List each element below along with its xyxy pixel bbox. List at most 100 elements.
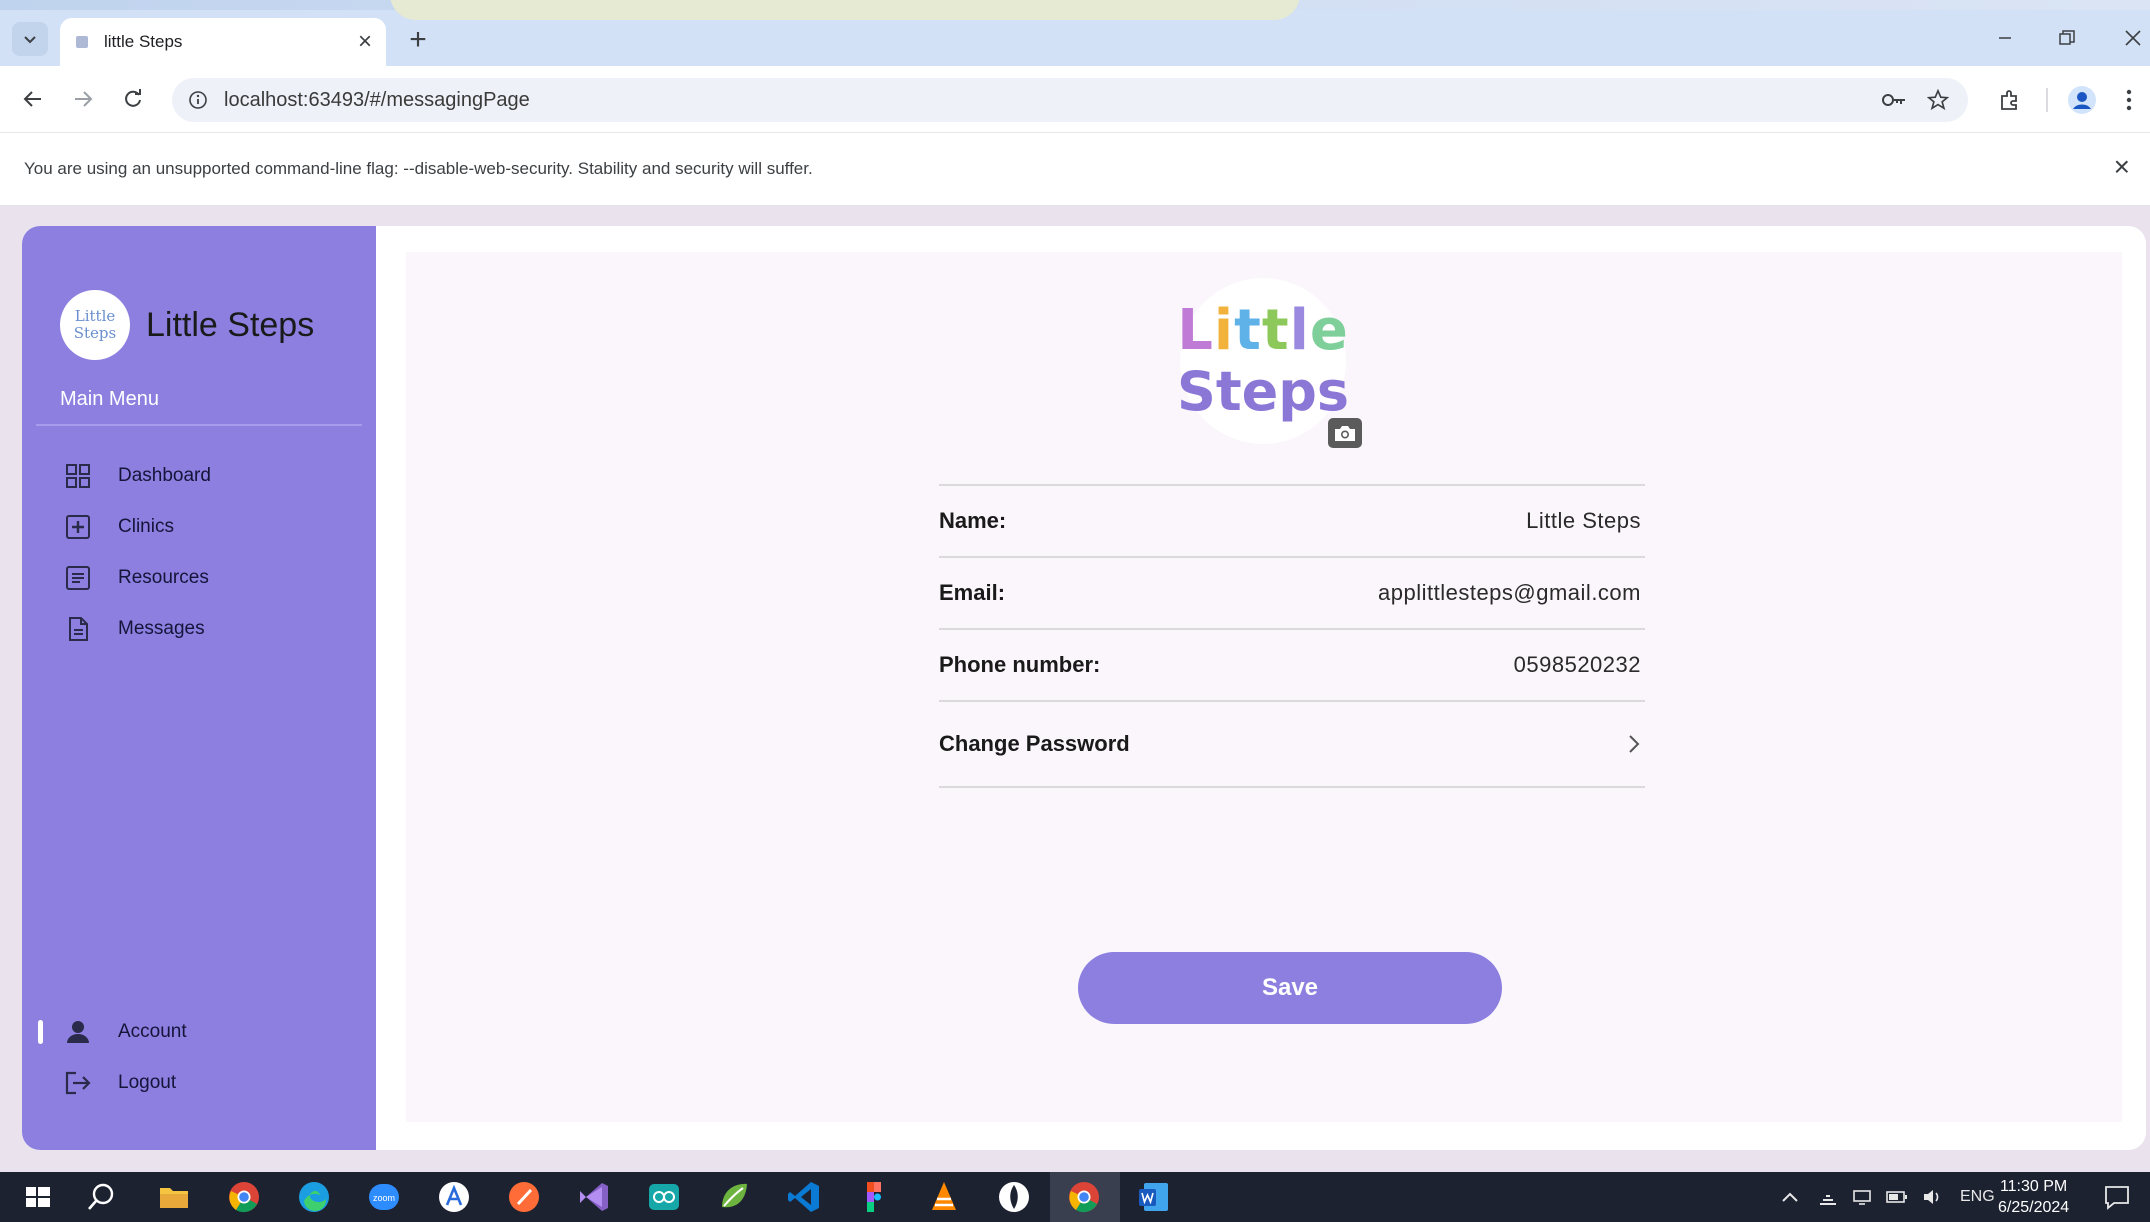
vlc-icon[interactable]: [926, 1179, 962, 1215]
display-icon[interactable]: [1852, 1188, 1872, 1206]
search-icon[interactable]: [84, 1179, 120, 1215]
clock-time: 11:30 PM: [1999, 1178, 2068, 1195]
profile-avatar-icon: [2068, 86, 2096, 114]
sidebar-item-label: Account: [118, 1021, 187, 1042]
battery-icon[interactable]: [1886, 1190, 1908, 1204]
address-bar[interactable]: localhost:63493/#/messagingPage: [172, 78, 1968, 122]
person-icon: [62, 1016, 94, 1048]
brand: Little Steps Little Steps: [60, 290, 314, 360]
email-row: Email: applittlesteps@gmail.com: [939, 556, 1645, 628]
sidebar-item-label: Dashboard: [118, 465, 211, 486]
file-icon: [62, 613, 94, 645]
profile-avatar[interactable]: Little Steps: [1176, 278, 1350, 444]
chevron-down-icon: [24, 36, 36, 44]
forward-button[interactable]: [64, 80, 102, 118]
change-photo-button[interactable]: [1328, 418, 1362, 448]
infobar-close-icon[interactable]: ×: [2114, 153, 2130, 181]
page-favicon-icon: [76, 36, 88, 48]
sidebar-item-label: Messages: [118, 618, 205, 639]
phone-label: Phone number:: [939, 652, 1101, 677]
browser-tab-strip: little Steps × +: [0, 0, 2150, 66]
camera-icon: [1335, 426, 1355, 441]
restore-button[interactable]: [2042, 18, 2092, 58]
zoom-icon[interactable]: zoom: [366, 1179, 402, 1215]
change-password-row[interactable]: Change Password: [939, 700, 1645, 788]
browser-menu-button[interactable]: [2114, 78, 2144, 122]
app-store-icon[interactable]: [436, 1179, 472, 1215]
vscode-icon[interactable]: [786, 1179, 822, 1215]
taskbar-clock[interactable]: 11:30 PM 6/25/2024: [1998, 1176, 2069, 1218]
main-menu-heading: Main Menu: [60, 388, 159, 410]
brand-name: Little Steps: [146, 305, 315, 344]
sidebar-item-account[interactable]: Account: [62, 1012, 187, 1052]
arrow-right-icon: [75, 91, 93, 107]
chevron-up-icon[interactable]: [1780, 1190, 1800, 1204]
sidebar-item-resources[interactable]: Resources: [62, 558, 209, 598]
back-button[interactable]: [14, 80, 52, 118]
mongodb-compass-icon[interactable]: [996, 1179, 1032, 1215]
password-key-button[interactable]: [1874, 78, 1914, 122]
sidebar-divider: [36, 424, 362, 426]
sidebar-item-clinics[interactable]: Clinics: [62, 507, 174, 547]
chrome-icon[interactable]: [226, 1179, 262, 1215]
sidebar-item-dashboard[interactable]: Dashboard: [62, 456, 211, 496]
sidebar: Little Steps Little Steps Main Menu Dash…: [22, 226, 376, 1150]
more-vertical-icon: [2126, 89, 2132, 111]
warning-infobar: You are using an unsupported command-lin…: [0, 132, 2150, 206]
brand-logo-line2: Steps: [73, 324, 117, 342]
save-button[interactable]: Save: [1078, 952, 1502, 1024]
dashboard-grid-icon: [62, 460, 94, 492]
email-value: applittlesteps@gmail.com: [1378, 580, 1641, 605]
os-taskbar: zoom ENG 11:30 PM 6/25/2024: [0, 1172, 2150, 1222]
phone-row: Phone number: 0598520232: [939, 628, 1645, 700]
language-indicator[interactable]: ENG: [1960, 1188, 1995, 1206]
browser-tab[interactable]: little Steps ×: [60, 18, 386, 66]
figma-icon[interactable]: [856, 1179, 892, 1215]
info-icon[interactable]: [188, 90, 208, 110]
main-content: Little Steps Name: Little Steps Email: a…: [376, 226, 2146, 1150]
reload-button[interactable]: [114, 80, 152, 118]
tab-close-icon[interactable]: ×: [358, 30, 372, 54]
word-icon[interactable]: [1136, 1179, 1172, 1215]
minimize-button[interactable]: [1980, 18, 2030, 58]
sidebar-item-logout[interactable]: Logout: [62, 1063, 176, 1103]
visual-studio-icon[interactable]: [576, 1179, 612, 1215]
reload-icon: [125, 89, 141, 107]
spring-tools-icon[interactable]: [716, 1179, 752, 1215]
url-text[interactable]: localhost:63493/#/messagingPage: [224, 89, 530, 112]
change-password-label: Change Password: [939, 731, 1130, 756]
name-row: Name: Little Steps: [939, 484, 1645, 556]
phone-value: 0598520232: [1513, 652, 1641, 677]
sidebar-item-messages[interactable]: Messages: [62, 609, 205, 649]
new-tab-button[interactable]: +: [400, 22, 436, 58]
avatar-word-steps: Steps: [1176, 360, 1350, 423]
volume-icon[interactable]: [1922, 1188, 1944, 1206]
notification-icon[interactable]: [2102, 1182, 2132, 1212]
profile-button[interactable]: [2062, 78, 2102, 122]
puzzle-icon: [2001, 90, 2017, 110]
windows-start-icon[interactable]: [20, 1179, 56, 1215]
star-icon: [1927, 89, 1949, 111]
tab-search-button[interactable]: [12, 22, 48, 56]
key-icon: [1882, 94, 1905, 106]
arduino-icon[interactable]: [646, 1179, 682, 1215]
name-value: Little Steps: [1526, 508, 1641, 533]
postman-icon[interactable]: [506, 1179, 542, 1215]
decorative-overlay: [390, 0, 1300, 20]
plus-box-icon: [62, 511, 94, 543]
chrome-active-icon[interactable]: [1066, 1179, 1102, 1215]
edge-icon[interactable]: [296, 1179, 332, 1215]
network-icon[interactable]: [1818, 1188, 1838, 1206]
active-item-indicator: [38, 1020, 43, 1044]
svg-text:zoom: zoom: [373, 1193, 395, 1203]
bookmark-button[interactable]: [1918, 78, 1958, 122]
browser-toolbar: localhost:63493/#/messagingPage: [0, 66, 2150, 132]
close-window-button[interactable]: [2108, 18, 2150, 58]
infobar-message: You are using an unsupported command-lin…: [24, 159, 813, 178]
app-window: Little Steps Little Steps Main Menu Dash…: [22, 226, 2146, 1150]
profile-info-list: Name: Little Steps Email: applittlesteps…: [939, 484, 1645, 788]
logout-icon: [62, 1067, 94, 1099]
minimize-icon: [1999, 37, 2011, 39]
file-explorer-icon[interactable]: [156, 1179, 192, 1215]
extensions-button[interactable]: [1990, 78, 2030, 122]
